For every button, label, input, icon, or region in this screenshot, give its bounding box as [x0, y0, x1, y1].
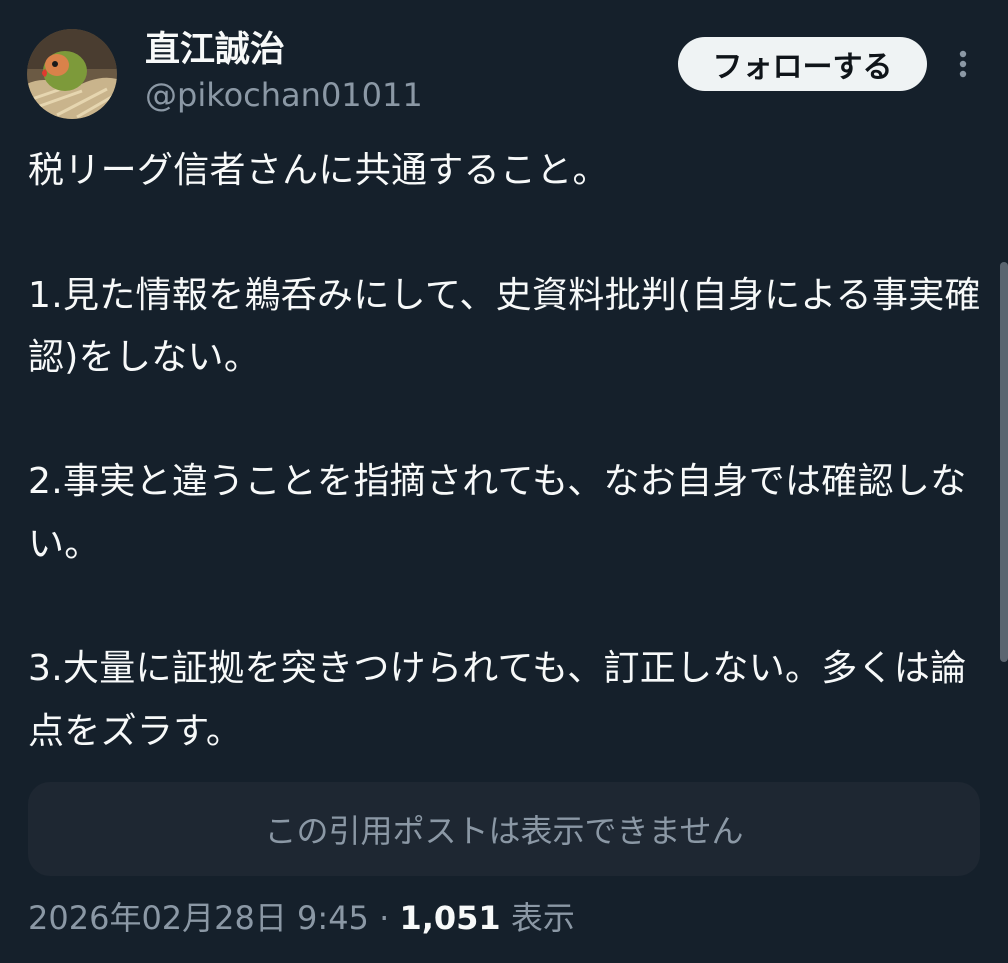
meta-separator: ·: [368, 899, 400, 937]
bird-avatar-image: [27, 29, 117, 119]
views-count: 1,051: [399, 899, 501, 937]
follow-button[interactable]: フォローする: [678, 37, 927, 91]
post-timestamp[interactable]: 2026年02月28日 9:45: [28, 899, 369, 937]
quote-unavailable-notice: この引用ポストは表示できません: [28, 782, 980, 876]
avatar[interactable]: [27, 29, 117, 119]
post-text: 税リーグ信者さんに共通すること。 1.見た情報を鵜呑みにして、史資料批判(自身に…: [28, 150, 981, 752]
post-metadata: 2026年02月28日 9:45 · 1,051 表示: [28, 893, 575, 943]
scrollbar[interactable]: [1000, 262, 1008, 662]
quote-unavailable-text: この引用ポストは表示できません: [264, 812, 744, 850]
author-handle[interactable]: @pikochan01011: [145, 76, 423, 114]
more-vertical-icon[interactable]: [946, 46, 980, 82]
author-display-name[interactable]: 直江誠治: [145, 30, 285, 70]
views-label: 表示: [500, 899, 575, 937]
